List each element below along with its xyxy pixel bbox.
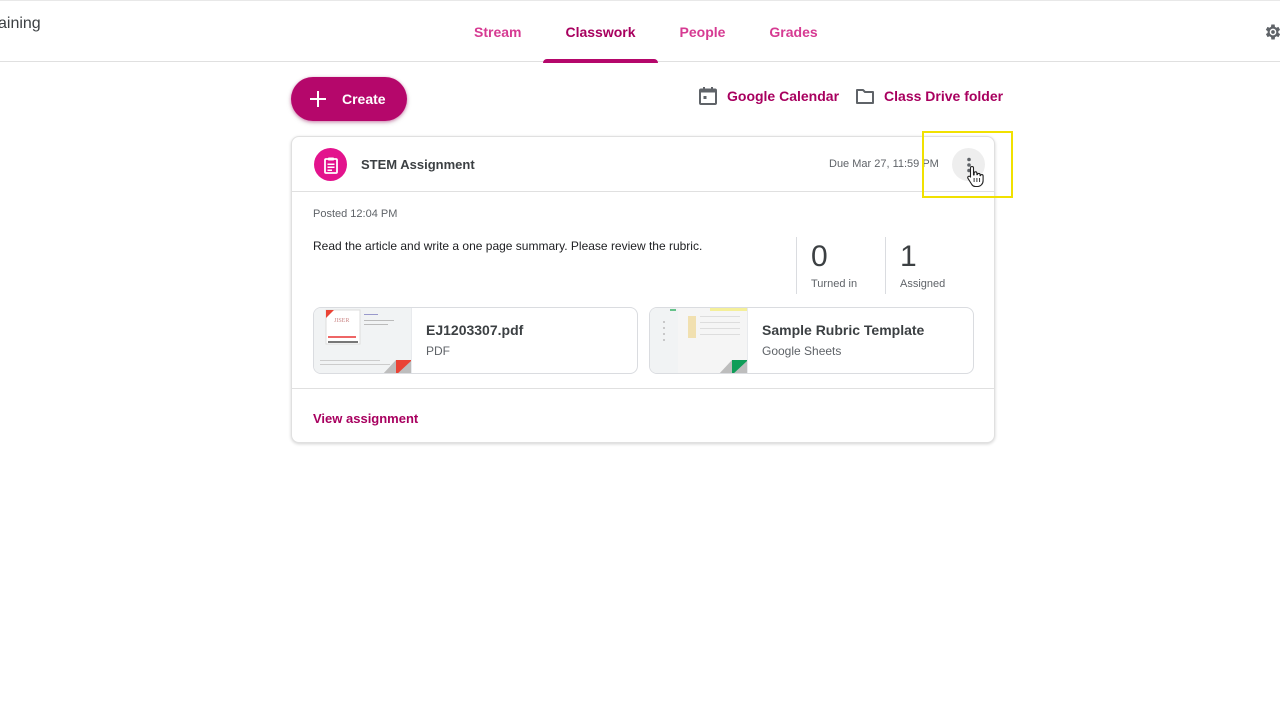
google-calendar-link[interactable]: Google Calendar: [698, 86, 839, 106]
turned-in-label: Turned in: [811, 278, 858, 290]
tab-bar: Stream Classwork People Grades: [452, 1, 840, 63]
due-date: Due Mar 27, 11:59 PM: [829, 158, 939, 170]
create-button[interactable]: Create: [291, 77, 407, 121]
assigned-stat[interactable]: 1 Assigned: [885, 237, 974, 294]
view-assignment-link[interactable]: View assignment: [313, 411, 418, 426]
assigned-label: Assigned: [900, 278, 946, 290]
turned-in-count: 0: [811, 240, 828, 273]
plus-icon: [310, 91, 326, 107]
assignment-header[interactable]: STEM Assignment Due Mar 27, 11:59 PM: [292, 137, 994, 192]
create-label: Create: [342, 91, 386, 107]
card-footer: View assignment: [292, 388, 994, 426]
attachment-type: Google Sheets: [762, 344, 842, 358]
folder-icon: [856, 89, 875, 104]
class-drive-folder-label: Class Drive folder: [884, 88, 1004, 104]
pdf-thumbnail: JISER: [314, 308, 412, 373]
attachment-pdf[interactable]: JISER EJ1203307.pdf PDF: [313, 307, 638, 374]
more-vert-icon: [966, 157, 971, 172]
assignment-title: STEM Assignment: [361, 157, 475, 172]
class-name[interactable]: aining: [0, 15, 41, 33]
submission-stats: 0 Turned in 1 Assigned: [796, 237, 974, 294]
turned-in-stat[interactable]: 0 Turned in: [796, 237, 885, 294]
class-drive-folder-link[interactable]: Class Drive folder: [855, 86, 1003, 106]
gear-icon[interactable]: [1263, 22, 1280, 42]
tab-grades[interactable]: Grades: [747, 1, 839, 62]
posted-time: Posted 12:04 PM: [313, 208, 398, 220]
assigned-count: 1: [900, 240, 917, 273]
class-links: Google Calendar Class Drive folder: [698, 86, 1019, 106]
sheets-thumbnail: [650, 308, 748, 373]
attachment-title: Sample Rubric Template: [762, 322, 925, 338]
tab-stream[interactable]: Stream: [452, 1, 543, 62]
tab-classwork[interactable]: Classwork: [543, 1, 658, 63]
calendar-icon: [699, 87, 717, 105]
clipboard-icon: [323, 157, 338, 174]
attachment-type: PDF: [426, 344, 450, 358]
assignment-card: STEM Assignment Due Mar 27, 11:59 PM Pos…: [291, 136, 995, 443]
attachment-sheets[interactable]: Sample Rubric Template Google Sheets: [649, 307, 974, 374]
top-bar: aining Stream Classwork People Grades: [0, 0, 1280, 63]
svg-text:JISER: JISER: [334, 318, 349, 324]
attachments: JISER EJ1203307.pdf PDF Sample Rubric Te…: [313, 307, 985, 374]
google-calendar-label: Google Calendar: [727, 88, 840, 104]
more-options-button[interactable]: [952, 148, 985, 181]
tab-people[interactable]: People: [658, 1, 748, 62]
assignment-icon: [314, 148, 347, 181]
assignment-instructions: Read the article and write a one page su…: [313, 239, 703, 253]
attachment-title: EJ1203307.pdf: [426, 322, 524, 338]
